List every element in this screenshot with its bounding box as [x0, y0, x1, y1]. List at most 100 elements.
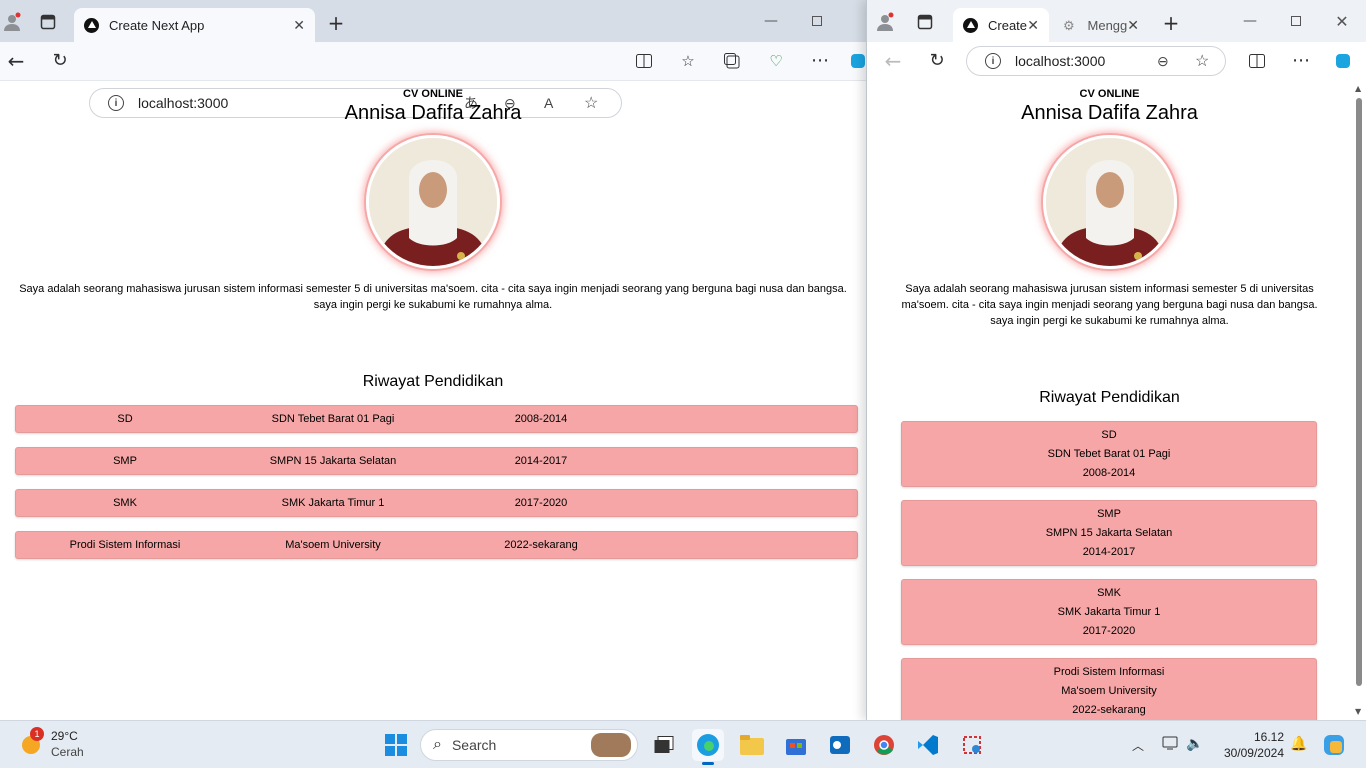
education-school: SMPN 15 Jakarta Selatan [269, 455, 397, 467]
copilot-icon[interactable] [1333, 51, 1353, 71]
right-tab-strip: Create ✕ ⚙ Mengg ✕ + — ✕ [867, 0, 1366, 42]
weather-condition: Cerah [51, 745, 84, 759]
education-years: 2008-2014 [1082, 467, 1136, 479]
cv-header: CV ONLINE [403, 88, 463, 100]
close-tab-icon[interactable]: ✕ [293, 17, 305, 34]
close-tab-icon[interactable]: ✕ [1027, 17, 1039, 34]
windows-logo-icon [385, 734, 407, 756]
profile-icon[interactable] [875, 12, 895, 32]
clock-time[interactable]: 16.12 [1216, 730, 1284, 744]
loading-favicon-icon: ⚙ [1063, 17, 1075, 33]
clock-date[interactable]: 30/09/2024 [1216, 746, 1284, 760]
new-tab-icon[interactable]: + [326, 13, 346, 33]
start-button[interactable] [380, 729, 412, 761]
favorite-star-icon[interactable]: ☆ [1195, 51, 1209, 71]
collections-icon[interactable] [722, 51, 742, 71]
education-level: Prodi Sistem Informasi [69, 539, 181, 551]
tab-create[interactable]: Create ✕ [953, 8, 1049, 42]
weather-badge: 1 [30, 727, 44, 741]
tab-actions-icon[interactable] [38, 12, 58, 32]
left-page-content: CV ONLINE Annisa Dafifa Zahra Saya adala… [0, 82, 866, 718]
more-menu-icon[interactable]: ⋯ [810, 51, 830, 71]
search-highlight-image [591, 733, 631, 757]
education-years: 2008-2014 [514, 413, 568, 425]
windows-taskbar: 1 29°C Cerah ⌕ Search ︿ 🔈 16.12 30/09/20… [0, 720, 1366, 768]
vertical-scrollbar[interactable]: ▲ ▼ [1354, 84, 1364, 718]
education-level: SMP [113, 455, 137, 467]
split-screen-icon[interactable] [634, 51, 654, 71]
education-row: Prodi Sistem Informasi Ma'soem Universit… [15, 531, 858, 559]
scroll-down-icon[interactable]: ▼ [1355, 707, 1361, 716]
address-bar[interactable]: i localhost:3000 ⊖ ☆ [966, 46, 1226, 76]
left-tab-strip: Create Next App ✕ + — [0, 0, 866, 42]
outlook-icon[interactable] [824, 729, 856, 761]
education-card: SD SDN Tebet Barat 01 Pagi 2008-2014 [901, 421, 1317, 487]
copilot-icon[interactable] [848, 51, 866, 71]
weather-temp: 29°C [51, 729, 78, 743]
education-school: SDN Tebet Barat 01 Pagi [271, 413, 395, 425]
tab-actions-icon[interactable] [915, 12, 935, 32]
new-tab-icon[interactable]: + [1161, 13, 1181, 33]
back-icon[interactable]: ← [6, 51, 26, 71]
favorites-icon[interactable]: ☆ [678, 51, 698, 71]
education-school: SDN Tebet Barat 01 Pagi [1047, 448, 1171, 460]
browser-essentials-icon[interactable]: ♡ [766, 51, 786, 71]
scroll-up-icon[interactable]: ▲ [1355, 84, 1361, 93]
split-screen-icon[interactable] [1247, 51, 1267, 71]
taskbar-search[interactable]: ⌕ Search [420, 729, 638, 761]
weather-widget[interactable]: 1 [18, 727, 44, 757]
maximize-icon[interactable] [794, 0, 840, 42]
profile-icon[interactable] [2, 12, 22, 32]
close-tab-icon[interactable]: ✕ [1127, 17, 1139, 34]
task-view-icon[interactable] [648, 729, 680, 761]
snipping-tool-icon[interactable] [956, 729, 988, 761]
network-icon[interactable] [1162, 735, 1180, 754]
back-icon[interactable]: ← [883, 51, 903, 71]
notification-bell-icon[interactable]: 🔔 [1290, 735, 1307, 752]
tab-create-next-app[interactable]: Create Next App ✕ [74, 8, 315, 42]
education-years: 2022-sekarang [504, 539, 578, 551]
tab-mengg[interactable]: ⚙ Mengg ✕ [1053, 8, 1149, 42]
scrollbar-thumb[interactable] [1356, 98, 1362, 686]
profile-photo [366, 135, 500, 269]
more-menu-icon[interactable]: ⋯ [1291, 51, 1311, 71]
education-row: SMK SMK Jakarta Timur 1 2017-2020 [15, 489, 858, 517]
profile-photo [1042, 135, 1177, 269]
minimize-icon[interactable]: — [1227, 0, 1273, 42]
maximize-icon[interactable] [1273, 0, 1319, 42]
show-hidden-icons-icon[interactable]: ︿ [1132, 737, 1144, 754]
tab-title: Mengg [1087, 17, 1128, 33]
education-card: Prodi Sistem Informasi Ma'soem Universit… [901, 658, 1317, 720]
tab-title: Create [988, 17, 1028, 33]
education-level: SMP [1097, 508, 1121, 520]
education-card: SMP SMPN 15 Jakarta Selatan 2014-2017 [901, 500, 1317, 566]
cv-description: Saya adalah seorang mahasiswa jurusan si… [19, 283, 847, 311]
vscode-icon[interactable] [912, 729, 944, 761]
cv-description: Saya adalah seorang mahasiswa jurusan si… [901, 283, 1318, 327]
education-level: SMK [113, 497, 137, 509]
education-years: 2014-2017 [1082, 546, 1136, 558]
site-info-icon[interactable]: i [985, 53, 1001, 69]
education-years: 2017-2020 [1082, 625, 1136, 637]
education-level: SD [1101, 429, 1117, 441]
edge-taskbar-icon[interactable] [692, 729, 724, 765]
education-years: 2017-2020 [514, 497, 568, 509]
left-toolbar: ← ↻ i localhost:3000 あ ⊖ A ☆ ☆ ♡ ⋯ [0, 42, 866, 118]
volume-icon[interactable]: 🔈 [1186, 735, 1203, 752]
education-card: SMK SMK Jakarta Timur 1 2017-2020 [901, 579, 1317, 645]
microsoft-store-icon[interactable] [780, 729, 812, 761]
copilot-taskbar-icon[interactable] [1322, 733, 1346, 757]
education-level: Prodi Sistem Informasi [1053, 666, 1165, 678]
education-title: Riwayat Pendidikan [362, 373, 504, 390]
refresh-icon[interactable]: ↻ [50, 51, 70, 71]
right-browser-window: Create ✕ ⚙ Mengg ✕ + — ✕ ← ↻ i localhost… [866, 0, 1366, 720]
refresh-icon[interactable]: ↻ [927, 51, 947, 71]
chrome-icon[interactable] [868, 729, 900, 761]
minimize-icon[interactable]: — [748, 0, 794, 42]
close-window-icon[interactable]: ✕ [1319, 0, 1365, 42]
file-explorer-icon[interactable] [736, 729, 768, 761]
right-toolbar: ← ↻ i localhost:3000 ⊖ ☆ ⋯ [867, 42, 1366, 81]
zoom-out-icon[interactable]: ⊖ [1157, 53, 1169, 70]
nextjs-favicon-icon [963, 17, 978, 33]
education-school: SMK Jakarta Timur 1 [1057, 606, 1161, 618]
